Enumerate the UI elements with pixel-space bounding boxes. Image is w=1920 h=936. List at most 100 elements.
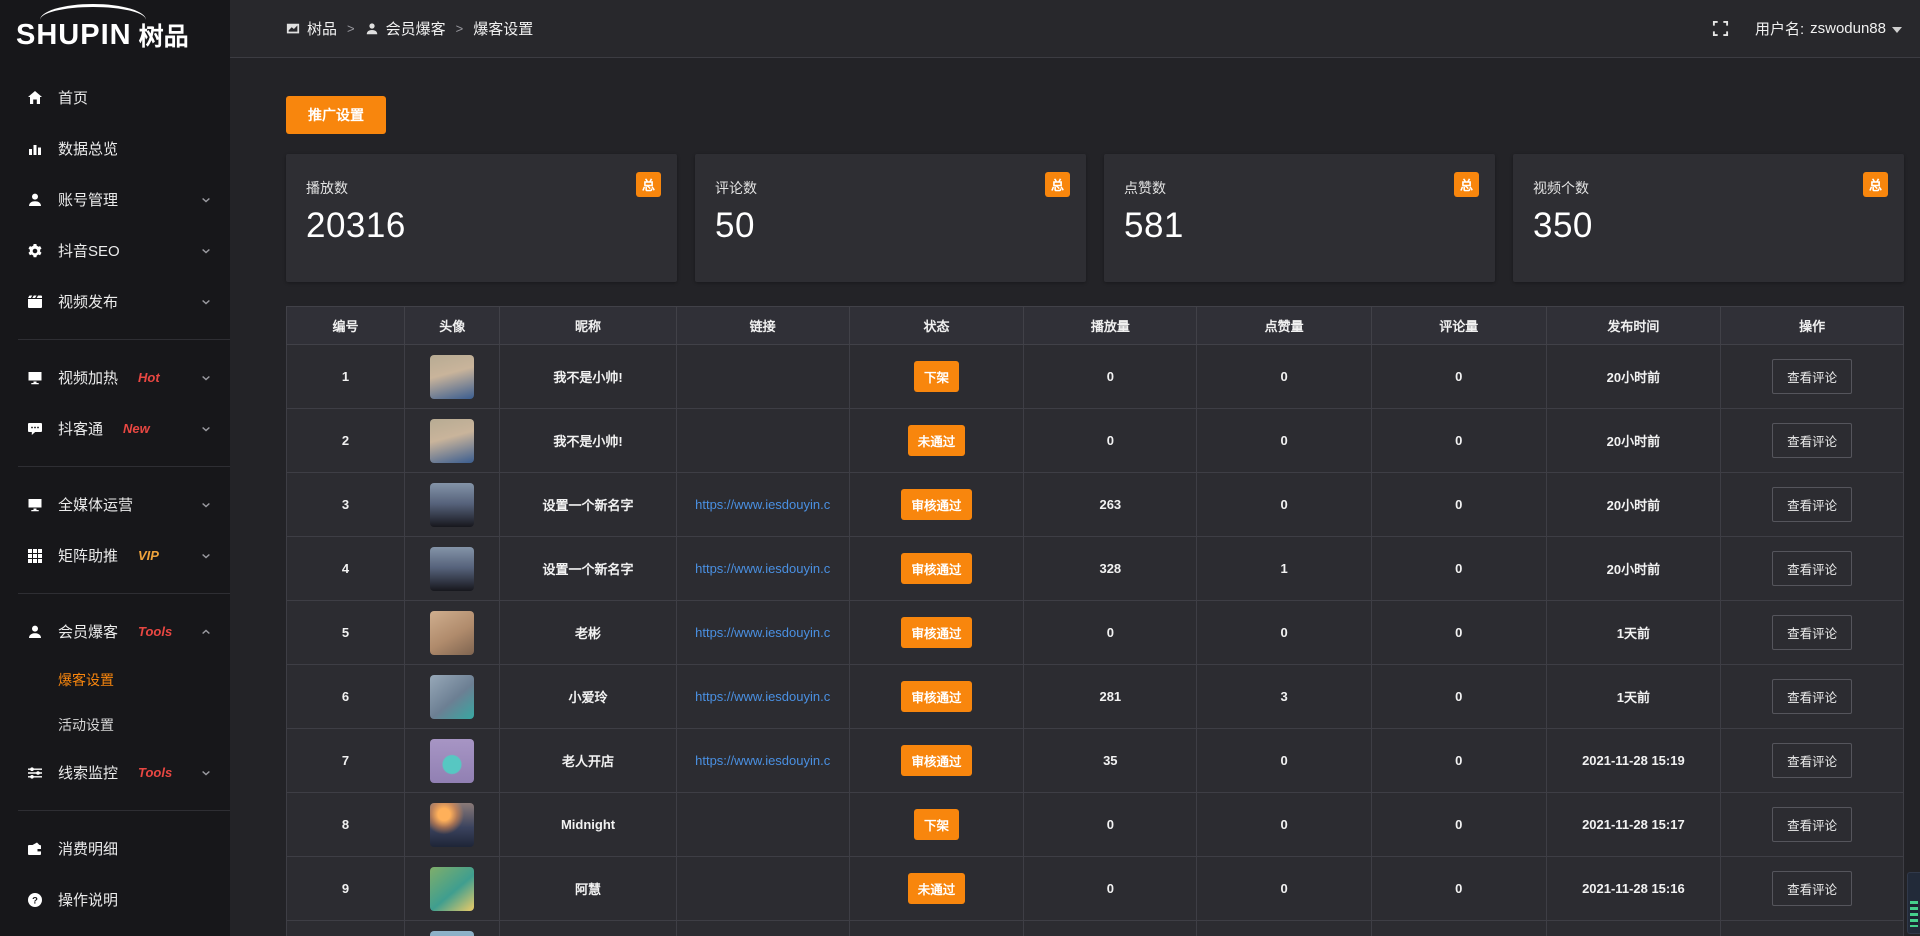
cell-plays bbox=[1024, 921, 1197, 936]
chevron-down-icon bbox=[200, 423, 212, 435]
view-comments-button[interactable]: 查看评论 bbox=[1772, 615, 1852, 650]
status-badge[interactable]: 下架 bbox=[914, 361, 959, 392]
status-badge[interactable]: 审核通过 bbox=[901, 745, 971, 776]
video-link[interactable]: https://www.iesdouyin.c bbox=[695, 625, 830, 640]
avatar[interactable] bbox=[430, 483, 474, 527]
breadcrumb-section[interactable]: 会员爆客 bbox=[365, 18, 446, 39]
sidebar-item[interactable]: 数据总览 bbox=[0, 123, 230, 174]
user-menu[interactable]: 用户名: zswodun88 bbox=[1755, 18, 1902, 39]
sidebar-item[interactable]: 账号管理 bbox=[0, 174, 230, 225]
view-comments-button[interactable]: 查看评论 bbox=[1772, 423, 1852, 458]
video-link[interactable]: https://www.iesdouyin.c bbox=[695, 561, 830, 576]
monitor-icon bbox=[26, 496, 43, 513]
status-badge[interactable]: 审核通过 bbox=[901, 489, 971, 520]
username-prefix: 用户名: bbox=[1755, 18, 1804, 39]
avatar[interactable] bbox=[430, 675, 474, 719]
column-header: 头像 bbox=[405, 307, 500, 345]
sidebar-item[interactable]: 全媒体运营 bbox=[0, 479, 230, 530]
sidebar-item[interactable]: 会员爆客 Tools bbox=[0, 606, 230, 657]
table-row: 1 我不是小帅! 下架 0 0 0 20小时前 查看评论 bbox=[287, 345, 1904, 409]
status-badge[interactable]: 下架 bbox=[914, 809, 959, 840]
cell-id bbox=[287, 921, 405, 936]
cell-nickname: 老人开店 bbox=[500, 729, 676, 793]
total-badge[interactable]: 总 bbox=[636, 172, 661, 197]
sidebar-item[interactable]: 抖音SEO bbox=[0, 225, 230, 276]
cell-time: 2021-11-28 15:17 bbox=[1546, 793, 1721, 857]
video-link[interactable]: https://www.iesdouyin.c bbox=[695, 689, 830, 704]
avatar[interactable] bbox=[430, 931, 474, 936]
avatar[interactable] bbox=[430, 739, 474, 783]
sidebar-item[interactable]: 矩阵助推 VIP bbox=[0, 530, 230, 581]
total-badge[interactable]: 总 bbox=[1045, 172, 1070, 197]
cell-status: 审核通过 bbox=[849, 665, 1024, 729]
sidebar-item-badge: New bbox=[123, 421, 150, 436]
sidebar-item[interactable]: ? 操作说明 bbox=[0, 874, 230, 925]
sidebar-item[interactable]: 视频发布 bbox=[0, 276, 230, 327]
video-link[interactable]: https://www.iesdouyin.c bbox=[695, 753, 830, 768]
status-badge[interactable]: 未通过 bbox=[908, 873, 966, 904]
cell-plays: 328 bbox=[1024, 537, 1197, 601]
sidebar-subitem[interactable]: 爆客设置 bbox=[0, 657, 230, 702]
sidebar-subitem[interactable]: 活动设置 bbox=[0, 702, 230, 747]
table-row: 3 设置一个新名字 https://www.iesdouyin.c 审核通过 2… bbox=[287, 473, 1904, 537]
column-header: 状态 bbox=[849, 307, 1024, 345]
chevron-up-icon bbox=[200, 626, 212, 638]
avatar[interactable] bbox=[430, 611, 474, 655]
table-header: 编号头像昵称链接状态播放量点赞量评论量发布时间操作 bbox=[287, 307, 1904, 345]
table-row: 8 Midnight 下架 0 0 0 2021-11-28 15:17 查看评… bbox=[287, 793, 1904, 857]
sidebar-item[interactable]: 抖客通 New bbox=[0, 403, 230, 454]
status-badge[interactable]: 审核通过 bbox=[901, 681, 971, 712]
cell-likes: 0 bbox=[1197, 473, 1372, 537]
promo-settings-button[interactable]: 推广设置 bbox=[286, 96, 386, 134]
avatar[interactable] bbox=[430, 803, 474, 847]
sidebar-item[interactable]: 首页 bbox=[0, 72, 230, 123]
view-comments-button[interactable]: 查看评论 bbox=[1772, 743, 1852, 778]
status-badge[interactable]: 未通过 bbox=[908, 425, 966, 456]
view-comments-button[interactable]: 查看评论 bbox=[1772, 487, 1852, 522]
help-icon: ? bbox=[26, 891, 43, 908]
table-row: 9 阿慧 未通过 0 0 0 2021-11-28 15:16 查看评论 bbox=[287, 857, 1904, 921]
view-comments-button[interactable]: 查看评论 bbox=[1772, 871, 1852, 906]
sidebar-item[interactable]: 消费明细 bbox=[0, 823, 230, 874]
avatar[interactable] bbox=[430, 867, 474, 911]
cell-time: 20小时前 bbox=[1546, 537, 1721, 601]
total-badge[interactable]: 总 bbox=[1863, 172, 1888, 197]
brand-logo[interactable]: SHUPIN 树品 bbox=[0, 0, 230, 62]
sidebar-item-label: 消费明细 bbox=[58, 838, 118, 859]
stat-value: 20316 bbox=[306, 206, 657, 246]
status-badge[interactable]: 审核通过 bbox=[901, 553, 971, 584]
brand-name-en: SHUPIN bbox=[16, 19, 132, 52]
avatar[interactable] bbox=[430, 419, 474, 463]
avatar[interactable] bbox=[430, 355, 474, 399]
topbar-right: 用户名: zswodun88 bbox=[1712, 18, 1902, 39]
view-comments-button[interactable]: 查看评论 bbox=[1772, 679, 1852, 714]
sidebar-item-label: 抖音SEO bbox=[58, 240, 120, 261]
cell-action bbox=[1721, 921, 1904, 936]
cell-plays: 35 bbox=[1024, 729, 1197, 793]
chevron-down-icon bbox=[200, 194, 212, 206]
cell-time: 2021-11-28 15:19 bbox=[1546, 729, 1721, 793]
breadcrumb-home[interactable]: 树品 bbox=[286, 18, 337, 39]
stat-card-likes: 点赞数 581 总 bbox=[1104, 154, 1495, 282]
cell-time: 20小时前 bbox=[1546, 345, 1721, 409]
sidebar: SHUPIN 树品 首页 数据总览 账号管理 抖音SEO 视频发布 视 bbox=[0, 0, 230, 936]
avatar[interactable] bbox=[430, 547, 474, 591]
status-badge[interactable]: 审核通过 bbox=[901, 617, 971, 648]
cell-action: 查看评论 bbox=[1721, 409, 1904, 473]
sidebar-item-badge: Hot bbox=[138, 370, 160, 385]
total-badge[interactable]: 总 bbox=[1454, 172, 1479, 197]
fullscreen-icon[interactable] bbox=[1712, 20, 1729, 37]
column-header: 链接 bbox=[676, 307, 849, 345]
sidebar-item[interactable]: 线索监控 Tools bbox=[0, 747, 230, 798]
view-comments-button[interactable]: 查看评论 bbox=[1772, 359, 1852, 394]
stat-value: 350 bbox=[1533, 206, 1884, 246]
video-link[interactable]: https://www.iesdouyin.c bbox=[695, 497, 830, 512]
view-comments-button[interactable]: 查看评论 bbox=[1772, 551, 1852, 586]
cell-action: 查看评论 bbox=[1721, 857, 1904, 921]
view-comments-button[interactable]: 查看评论 bbox=[1772, 807, 1852, 842]
cell-plays: 0 bbox=[1024, 409, 1197, 473]
cell-likes bbox=[1197, 921, 1372, 936]
floating-widget[interactable] bbox=[1907, 872, 1920, 934]
cell-nickname: 我不是小帅! bbox=[500, 345, 676, 409]
sidebar-item[interactable]: 视频加热 Hot bbox=[0, 352, 230, 403]
